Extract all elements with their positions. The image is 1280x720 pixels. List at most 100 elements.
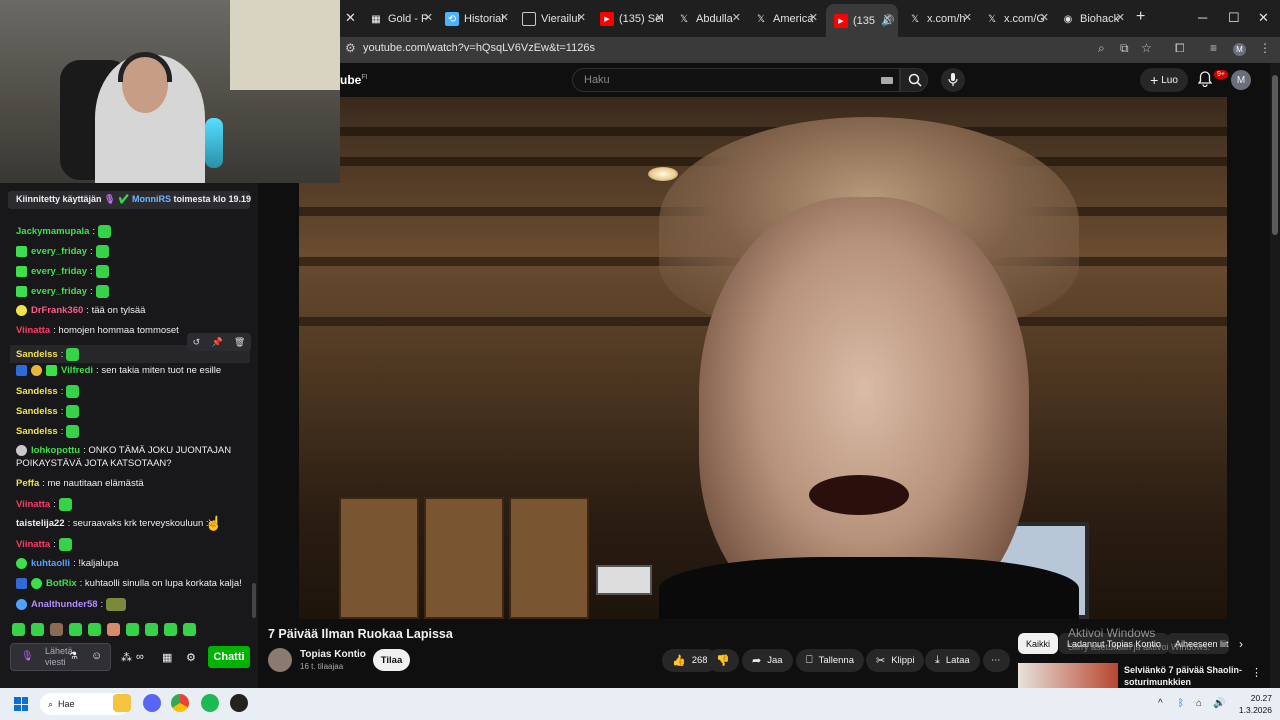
chip-all[interactable]: Kaikki [1018, 633, 1059, 654]
window-close-icon[interactable]: ✕ [1258, 10, 1269, 26]
zoom-icon[interactable]: ⌕ [1098, 41, 1105, 56]
chat-message[interactable]: taistelija22: seuraavaks krk terveyskoul… [16, 518, 212, 529]
windows-start-icon[interactable] [14, 697, 28, 711]
chat-message[interactable]: Sandelss: [16, 405, 80, 418]
close-icon[interactable]: ✕ [424, 11, 433, 24]
tab-close-icon[interactable]: ✕ [345, 10, 356, 26]
chat-message[interactable]: every_friday: [16, 265, 109, 278]
emote-icon[interactable] [31, 623, 44, 636]
bluetooth-icon[interactable]: ᛒ [1178, 698, 1184, 709]
address-bar[interactable]: ⚙ youtube.com/watch?v=hQsqLV6VzEw&t=1126… [340, 37, 1280, 63]
close-icon[interactable]: ✕ [1040, 11, 1049, 24]
clip-button[interactable]: ✂ Klippi [866, 649, 925, 672]
emote-icon[interactable] [12, 623, 25, 636]
message-mod-tools[interactable]: ↺ 📌 🗑 [187, 333, 251, 351]
obs-icon[interactable] [230, 694, 248, 712]
chat-message[interactable]: BotRix: kuhtaolli sinulla on lupa korkat… [16, 578, 242, 589]
profile-avatar[interactable]: M [1233, 43, 1246, 56]
emote-icon[interactable] [145, 623, 158, 636]
bits-icon[interactable]: ⁂ [121, 651, 132, 664]
chat-message[interactable]: kuhtaolli: !kaljalupa [16, 558, 118, 569]
close-icon[interactable]: ✕ [809, 11, 818, 24]
video-player[interactable] [299, 97, 1227, 619]
notifications-bell-icon[interactable] [1197, 71, 1213, 92]
dislike-button[interactable]: 👎 [707, 649, 739, 672]
more-actions-button[interactable]: ⋯ [983, 649, 1010, 672]
new-tab-icon[interactable]: + [1136, 8, 1145, 26]
channel-name[interactable]: Topias Kontio [300, 649, 366, 660]
tab-x-2[interactable]: 𝕏 America ✕ [754, 8, 818, 30]
emote-icon[interactable] [183, 623, 196, 636]
related-video-thumbnail[interactable] [1018, 663, 1118, 688]
tab-x-1[interactable]: 𝕏 Abdulla ✕ [677, 8, 741, 30]
close-icon[interactable]: ✕ [732, 11, 741, 24]
tab-x-3[interactable]: 𝕏x.com/h ✕ [908, 8, 972, 30]
chat-message[interactable]: Peffa: me nautitaan elämästä [16, 478, 144, 489]
youtube-avatar[interactable]: M [1231, 70, 1251, 90]
infinity-icon[interactable]: ∞ [136, 651, 144, 663]
close-icon[interactable]: ✕ [963, 11, 972, 24]
bookmark-star-icon[interactable]: ☆ [1141, 41, 1152, 55]
download-button[interactable]: ⤓ Lataa [925, 649, 980, 672]
pin-icon[interactable]: 📌 [211, 337, 222, 348]
close-icon[interactable]: ✕ [883, 12, 892, 25]
media-icon[interactable]: ≡ [1210, 41, 1217, 55]
delete-icon[interactable]: 🗑 [234, 337, 245, 348]
tab-historial[interactable]: ⟲ Historial ✕ [445, 8, 509, 30]
settings-gear-icon[interactable]: ⚙ [186, 651, 196, 664]
browser-menu-icon[interactable]: ⋮ [1259, 41, 1271, 55]
share-button[interactable]: ➦ Jaa [742, 649, 793, 672]
save-button[interactable]: ⎕ Tallenna [796, 649, 864, 672]
search-button[interactable] [900, 68, 928, 92]
file-explorer-icon[interactable] [113, 694, 131, 712]
close-icon[interactable]: ✕ [655, 11, 664, 24]
channel-avatar[interactable] [268, 648, 292, 672]
chat-message[interactable]: Sandelss: [16, 425, 80, 438]
maximize-icon[interactable]: ☐ [1228, 10, 1240, 26]
related-more-icon[interactable]: ⋮ [1251, 666, 1262, 679]
close-icon[interactable]: ✕ [500, 11, 509, 24]
chat-message[interactable]: Vilfredi: sen takia miten tuot ne esille [16, 365, 221, 376]
taskbar-clock[interactable]: 20.27 1.3.2026 [1230, 692, 1272, 716]
site-settings-icon[interactable]: ⚙ [345, 41, 356, 55]
magic-icon[interactable]: ⚗ [69, 651, 78, 662]
chrome-icon[interactable] [171, 694, 189, 712]
emote-icon[interactable] [126, 623, 139, 636]
discord-icon[interactable] [143, 694, 161, 712]
subscribe-button[interactable]: Tilaa [373, 649, 410, 671]
emote-icon[interactable] [50, 623, 63, 636]
extensions-icon[interactable]: ⧠ [1175, 41, 1185, 56]
close-icon[interactable]: ✕ [577, 11, 586, 24]
minimize-icon[interactable]: ─ [1198, 10, 1207, 25]
chat-message[interactable]: lohkopottu: ONKO TÄMÄ JOKU JUONTAJAN [16, 445, 231, 456]
emote-suggestions[interactable] [12, 623, 202, 636]
tab-youtube-active[interactable]: ▶ (135 🔊 ✕ [826, 4, 898, 37]
store-icon[interactable]: ▦ [162, 651, 172, 664]
pinned-message-banner[interactable]: Kiinnitetty käyttäjän 🎙 ✔ MonniRS toimes… [8, 191, 251, 209]
chat-message[interactable]: every_friday: [16, 285, 109, 298]
emoji-icon[interactable]: ☺ [91, 650, 102, 662]
tab-gold[interactable]: ▦ Gold - P ✕ [369, 8, 433, 30]
chat-message[interactable]: Jackymamupala: [16, 225, 112, 238]
page-scrollbar[interactable] [1270, 63, 1280, 688]
spotify-icon[interactable] [201, 694, 219, 712]
chat-message[interactable]: Viinatta: homojen hommaa tommoset [16, 325, 179, 336]
chat-scrollbar[interactable] [252, 583, 256, 618]
create-button[interactable]: + Luo [1140, 68, 1188, 92]
mic-icon[interactable]: 🎙 [21, 651, 34, 662]
install-icon[interactable]: ⧉ [1120, 41, 1129, 56]
chevron-up-icon[interactable]: ^ [1158, 698, 1163, 709]
chevron-right-icon[interactable]: › [1239, 637, 1243, 651]
tab-biohack[interactable]: ◉ Biohack ✕ [1061, 8, 1125, 30]
chat-message[interactable]: Viinatta: [16, 498, 72, 511]
chat-message[interactable]: Sandelss: [16, 385, 80, 398]
chat-input[interactable]: 🎙 Lähetä viesti ⚗ ☺ [10, 643, 111, 671]
network-icon[interactable]: ⌂ [1196, 698, 1202, 709]
close-icon[interactable]: ✕ [1116, 11, 1125, 24]
tab-x-4[interactable]: 𝕏x.com/G ✕ [985, 8, 1049, 30]
voice-search-button[interactable] [941, 68, 965, 92]
scroll-thumb[interactable] [1272, 75, 1278, 235]
tab-youtube-1[interactable]: ▶ (135) Sel ✕ [600, 8, 664, 30]
chat-message[interactable]: Analthunder58: [16, 598, 127, 611]
chat-message[interactable]: DrFrank360: tää on tylsää [16, 305, 145, 316]
